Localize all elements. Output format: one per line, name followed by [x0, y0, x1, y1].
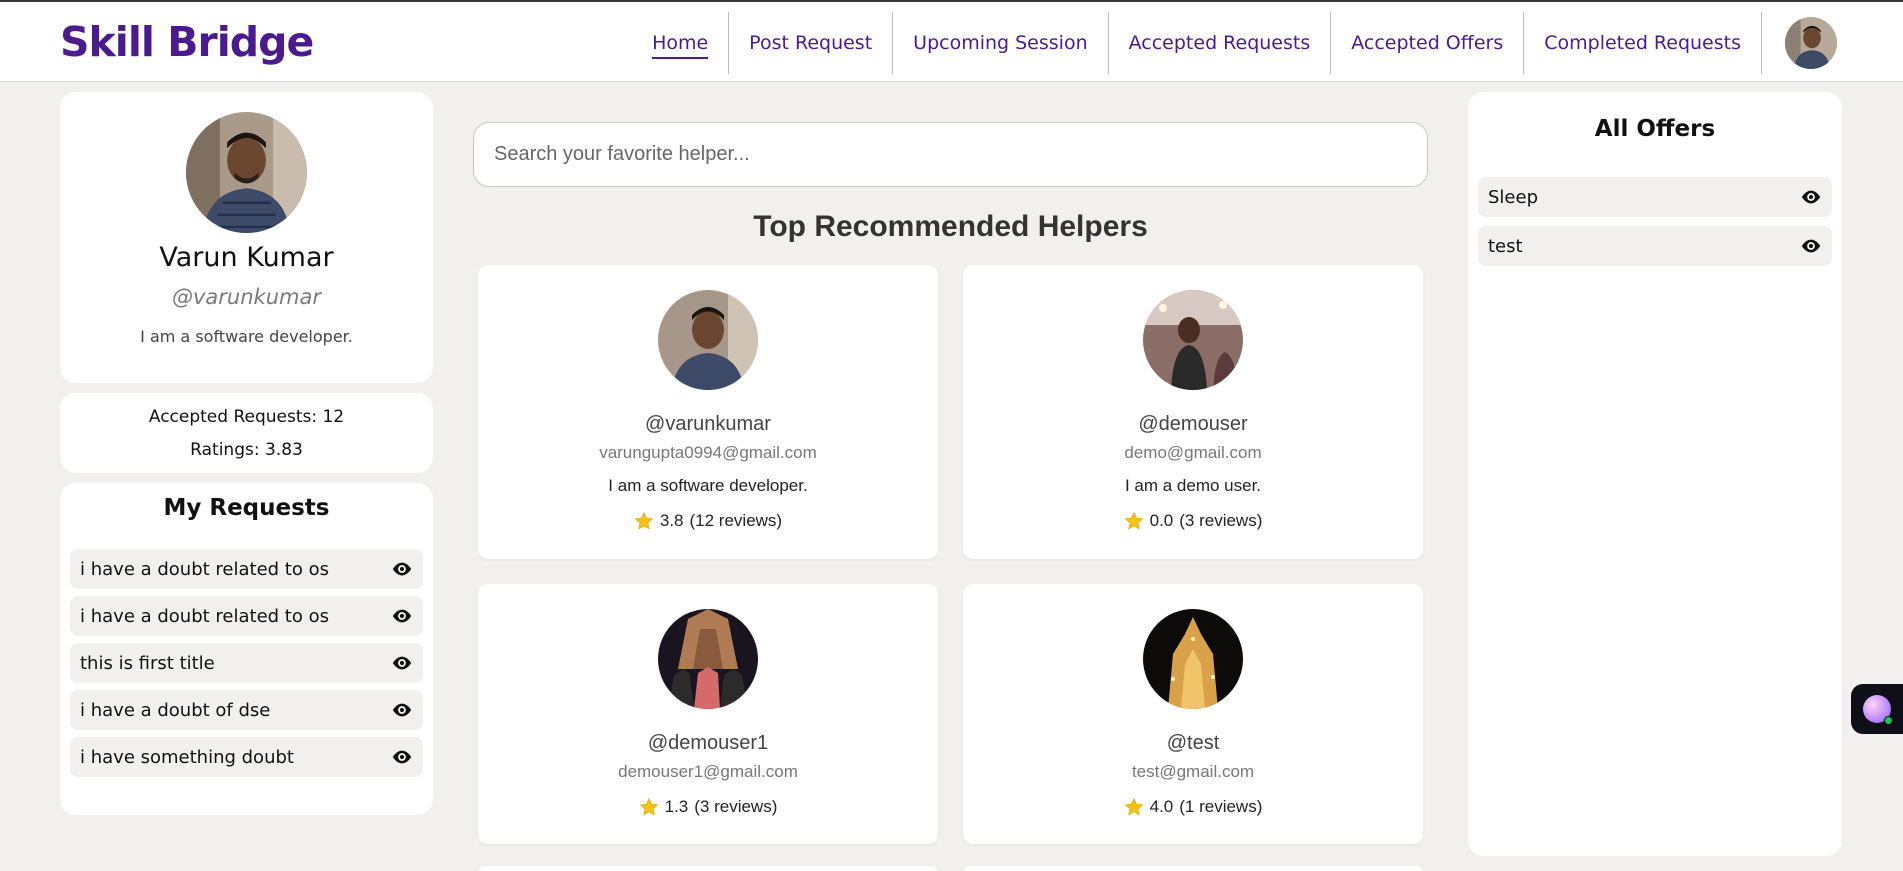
profile-handle: @varunkumar — [172, 285, 321, 309]
accepted-requests-stat: Accepted Requests: 12 — [148, 407, 345, 427]
nav-accepted-requests[interactable]: Accepted Requests — [1109, 12, 1332, 74]
nav-completed-requests[interactable]: Completed Requests — [1524, 12, 1762, 74]
offer-item-label: test — [1488, 235, 1523, 257]
nav-post-request[interactable]: Post Request — [729, 12, 894, 74]
eye-icon[interactable] — [391, 652, 413, 674]
request-item-label: i have something doubt — [80, 746, 294, 768]
star-icon — [1124, 511, 1143, 530]
helper-bio: I am a demo user. — [1124, 476, 1262, 495]
nav-home[interactable]: Home — [632, 12, 730, 74]
helper-email: demouser1@gmail.com — [618, 762, 798, 781]
eye-icon[interactable] — [1800, 235, 1822, 257]
my-requests-title: My Requests — [163, 495, 330, 521]
request-item[interactable]: i have a doubt related to os — [70, 596, 423, 636]
request-item[interactable]: i have a doubt related to os — [70, 549, 423, 589]
helper-review-count: (3 reviews) — [694, 797, 778, 816]
eye-icon[interactable] — [391, 605, 413, 627]
top-navbar: Skill Bridge Home Post Request Upcoming … — [0, 0, 1903, 82]
helper-email: test@gmail.com — [1131, 762, 1255, 781]
helper-review-count: (3 reviews) — [1179, 511, 1263, 530]
eye-icon[interactable] — [1800, 186, 1822, 208]
helper-avatar — [1143, 290, 1243, 390]
helper-card-partial — [478, 866, 938, 871]
helper-avatar — [1143, 609, 1243, 709]
main-nav: Home Post Request Upcoming Session Accep… — [632, 12, 1762, 74]
helper-card[interactable]: @demouser1 demouser1@gmail.com 1.3 (3 re… — [478, 584, 938, 844]
eye-icon[interactable] — [391, 558, 413, 580]
helper-handle: @test — [1166, 732, 1220, 754]
profile-photo — [186, 112, 307, 233]
helper-rating-value: 1.3 — [664, 797, 689, 816]
nav-completed-requests-label: Completed Requests — [1544, 32, 1741, 54]
helper-avatar — [658, 609, 758, 709]
user-avatar[interactable] — [1785, 17, 1837, 69]
my-requests-card: My Requests i have a doubt related to os… — [60, 483, 433, 815]
helper-rating-value: 3.8 — [659, 511, 684, 530]
assistant-widget-button[interactable] — [1851, 684, 1903, 734]
helper-card-partial — [963, 866, 1423, 871]
avatar-image — [1785, 17, 1837, 69]
profile-avatar — [186, 112, 307, 233]
online-status-dot — [1884, 716, 1893, 725]
nav-home-label: Home — [652, 32, 709, 59]
offer-item[interactable]: Sleep — [1478, 177, 1832, 217]
helper-card[interactable]: @demouser demo@gmail.com I am a demo use… — [963, 265, 1423, 559]
helper-card[interactable]: @varunkumar varungupta0994@gmail.com I a… — [478, 265, 938, 559]
nav-upcoming-session-label: Upcoming Session — [913, 32, 1088, 54]
search-input[interactable] — [473, 122, 1428, 187]
helper-photo — [658, 290, 758, 390]
helper-rating-value: 0.0 — [1149, 511, 1174, 530]
nav-upcoming-session[interactable]: Upcoming Session — [893, 12, 1109, 74]
request-item[interactable]: this is first title — [70, 643, 423, 683]
helper-photo — [1143, 290, 1243, 390]
helper-card[interactable]: @test test@gmail.com 4.0 (1 reviews) — [963, 584, 1423, 844]
helper-review-count: (12 reviews) — [689, 511, 783, 530]
offer-item[interactable]: test — [1478, 226, 1832, 266]
request-item-label: i have a doubt of dse — [80, 699, 271, 721]
helper-email: varungupta0994@gmail.com — [599, 443, 817, 462]
nav-accepted-offers-label: Accepted Offers — [1351, 32, 1504, 54]
section-title-recommended: Top Recommended Helpers — [753, 210, 1148, 243]
helper-handle: @demouser1 — [647, 732, 769, 754]
helper-handle: @demouser — [1138, 413, 1248, 435]
helper-avatar — [658, 290, 758, 390]
helper-rating: 0.0 (3 reviews) — [963, 511, 1423, 531]
helper-rating-value: 4.0 — [1149, 797, 1174, 816]
eye-icon[interactable] — [391, 746, 413, 768]
eye-icon[interactable] — [391, 699, 413, 721]
stats-card: Accepted Requests: 12 Ratings: 3.83 — [60, 393, 433, 473]
request-item[interactable]: i have a doubt of dse — [70, 690, 423, 730]
profile-name: Varun Kumar — [159, 242, 334, 273]
helper-rating: 3.8 (12 reviews) — [478, 511, 938, 531]
request-item-label: i have a doubt related to os — [80, 558, 329, 580]
profile-bio: I am a software developer. — [140, 327, 353, 346]
nav-accepted-requests-label: Accepted Requests — [1128, 32, 1311, 54]
helper-rating: 1.3 (3 reviews) — [478, 797, 938, 817]
star-icon — [639, 797, 658, 816]
offer-item-label: Sleep — [1488, 186, 1539, 208]
request-item[interactable]: i have something doubt — [70, 737, 423, 777]
helper-photo — [1143, 609, 1243, 709]
star-icon — [634, 511, 654, 530]
profile-card: Varun Kumar @varunkumar I am a software … — [60, 92, 433, 383]
request-item-label: this is first title — [80, 652, 215, 674]
nav-post-request-label: Post Request — [749, 32, 873, 54]
helper-review-count: (1 reviews) — [1179, 797, 1263, 816]
ratings-stat: Ratings: 3.83 — [190, 440, 303, 460]
helper-email: demo@gmail.com — [1124, 443, 1262, 462]
all-offers-card: All Offers Sleep test — [1468, 92, 1842, 856]
request-item-label: i have a doubt related to os — [80, 605, 329, 627]
nav-accepted-offers[interactable]: Accepted Offers — [1331, 12, 1525, 74]
star-icon — [1124, 797, 1143, 816]
helper-handle: @varunkumar — [645, 413, 771, 435]
all-offers-title: All Offers — [1594, 116, 1716, 142]
helper-bio: I am a software developer. — [608, 476, 808, 495]
helper-photo — [658, 609, 758, 709]
helper-rating: 4.0 (1 reviews) — [963, 797, 1423, 817]
app-logo[interactable]: Skill Bridge — [60, 18, 314, 66]
